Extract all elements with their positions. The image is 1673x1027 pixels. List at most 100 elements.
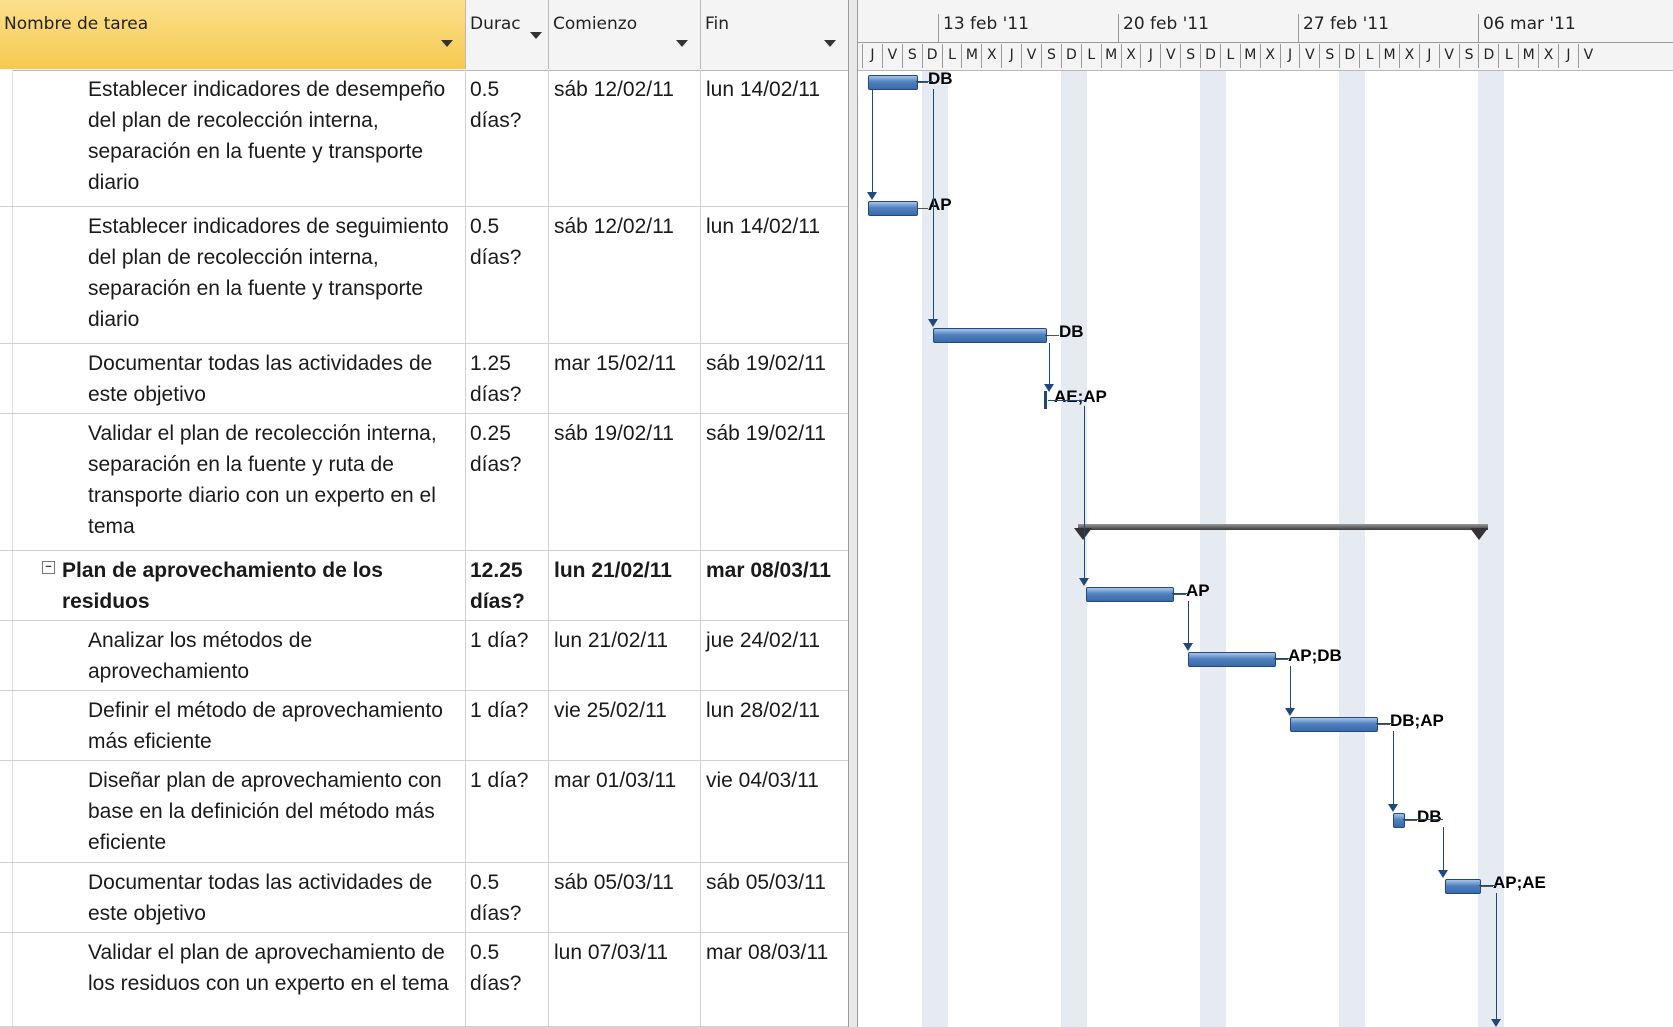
task-name: Analizar los métodos de aprovechamiento xyxy=(88,629,313,683)
filter-dropdown-icon[interactable] xyxy=(824,40,836,47)
column-header-duration[interactable]: Durac xyxy=(466,0,549,69)
end-cell[interactable]: sáb 19/02/11 xyxy=(701,414,848,550)
table-row[interactable]: Documentar todas las actividades de este… xyxy=(0,863,848,933)
start-cell[interactable]: sáb 19/02/11 xyxy=(549,414,701,550)
duration-cell[interactable]: 0.5 días? xyxy=(466,70,549,206)
end-cell[interactable]: lun 14/02/11 xyxy=(701,70,848,206)
duration-cell[interactable]: 0.5 días? xyxy=(466,207,549,343)
end-cell[interactable]: jue 24/02/11 xyxy=(701,621,848,690)
column-header-end[interactable]: Fin xyxy=(701,0,848,69)
dependency-line xyxy=(1274,658,1290,659)
column-header-start[interactable]: Comienzo xyxy=(549,0,701,69)
duration-value: 1.25 días? xyxy=(470,352,522,406)
timescale-day-label: D xyxy=(1339,44,1359,68)
timescale-day-label: V xyxy=(1021,44,1041,68)
duration-value: 0.5 días? xyxy=(470,215,522,269)
duration-cell[interactable]: 0.25 días? xyxy=(466,414,549,550)
duration-cell[interactable]: 12.25 días? xyxy=(466,551,549,620)
end-value: jue 24/02/11 xyxy=(706,629,821,652)
start-cell[interactable]: lun 07/03/11 xyxy=(549,933,701,1026)
start-cell[interactable]: lun 21/02/11 xyxy=(549,551,701,620)
task-name-cell[interactable]: Establecer indicadores de desempeño del … xyxy=(12,70,466,206)
filter-dropdown-icon[interactable] xyxy=(530,32,542,39)
task-name: Documentar todas las actividades de este… xyxy=(88,352,433,406)
start-cell[interactable]: mar 15/02/11 xyxy=(549,344,701,413)
duration-value: 1 día? xyxy=(470,629,529,652)
table-row[interactable]: Documentar todas las actividades de este… xyxy=(0,344,848,414)
start-value: mar 15/02/11 xyxy=(554,352,677,375)
column-header-task-name[interactable]: Nombre de tarea xyxy=(0,0,466,69)
start-value: vie 25/02/11 xyxy=(554,699,667,722)
end-value: sáb 19/02/11 xyxy=(706,352,826,375)
end-cell[interactable]: lun 14/02/11 xyxy=(701,207,848,343)
end-cell[interactable]: sáb 05/03/11 xyxy=(701,863,848,932)
timescale-day-label: X xyxy=(1398,44,1419,68)
duration-cell[interactable]: 0.5 días? xyxy=(466,863,549,932)
task-name-cell[interactable]: Diseñar plan de aprovechamiento con base… xyxy=(12,761,466,862)
weekend-band xyxy=(1060,70,1087,1027)
task-bar[interactable] xyxy=(933,328,1047,343)
duration-cell[interactable]: 1 día? xyxy=(466,621,549,690)
filter-dropdown-icon[interactable] xyxy=(676,40,688,47)
task-bar[interactable] xyxy=(868,75,918,90)
task-name-cell[interactable]: Establecer indicadores de seguimiento de… xyxy=(12,207,466,343)
task-name-cell[interactable]: Definir el método de aprovechamiento más… xyxy=(12,691,466,760)
start-cell[interactable]: sáb 05/03/11 xyxy=(549,863,701,932)
task-name-cell[interactable]: − Plan de aprovechamiento de los residuos xyxy=(12,551,466,620)
end-value: sáb 05/03/11 xyxy=(706,871,826,894)
start-cell[interactable]: sáb 12/02/11 xyxy=(549,70,701,206)
table-row[interactable]: Validar el plan de recolección interna, … xyxy=(0,414,848,551)
collapse-icon[interactable]: − xyxy=(42,561,55,574)
resource-label: DB;AP xyxy=(1390,711,1444,730)
start-cell[interactable]: vie 25/02/11 xyxy=(549,691,701,760)
task-name-cell[interactable]: Documentar todas las actividades de este… xyxy=(12,344,466,413)
dependency-arrow-icon xyxy=(1044,384,1054,392)
end-cell[interactable]: sáb 19/02/11 xyxy=(701,344,848,413)
duration-cell[interactable]: 1 día? xyxy=(466,761,549,862)
dependency-arrow-icon xyxy=(867,192,877,200)
end-cell[interactable]: lun 28/02/11 xyxy=(701,691,848,760)
duration-cell[interactable]: 1 día? xyxy=(466,691,549,760)
table-row[interactable]: Definir el método de aprovechamiento más… xyxy=(0,691,848,761)
task-bar[interactable] xyxy=(1188,652,1276,667)
duration-cell[interactable]: 1.25 días? xyxy=(466,344,549,413)
end-cell[interactable]: vie 04/03/11 xyxy=(701,761,848,862)
start-value: sáb 12/02/11 xyxy=(554,215,674,238)
resource-label: AP;AE xyxy=(1493,873,1546,892)
task-bar[interactable] xyxy=(868,201,918,216)
dependency-arrow-icon xyxy=(1491,1019,1501,1027)
summary-task-row[interactable]: − Plan de aprovechamiento de los residuos… xyxy=(0,551,848,621)
timescale-day-label: S xyxy=(1180,44,1200,68)
duration-value: 0.25 días? xyxy=(470,422,522,476)
table-row[interactable]: Validar el plan de aprovechamiento de lo… xyxy=(0,933,848,1027)
end-cell[interactable]: mar 08/03/11 xyxy=(701,933,848,1026)
table-row[interactable]: Analizar los métodos de aprovechamiento 1… xyxy=(0,621,848,691)
table-row[interactable]: Diseñar plan de aprovechamiento con base… xyxy=(0,761,848,863)
task-name: Diseñar plan de aprovechamiento con base… xyxy=(88,769,442,854)
task-bar[interactable] xyxy=(1445,879,1481,894)
task-name: Validar el plan de aprovechamiento de lo… xyxy=(88,941,449,995)
timescale-header: 13 feb '11 20 feb '11 27 feb '11 06 mar '11… xyxy=(858,0,1673,71)
task-name-cell[interactable]: Validar el plan de aprovechamiento de lo… xyxy=(12,933,466,1026)
table-row[interactable]: Establecer indicadores de seguimiento de… xyxy=(0,207,848,344)
task-bar[interactable] xyxy=(1086,587,1174,602)
summary-start-cap xyxy=(1074,528,1092,540)
filter-dropdown-icon[interactable] xyxy=(441,40,453,47)
start-value: lun 21/02/11 xyxy=(554,559,672,582)
task-name-cell[interactable]: Analizar los métodos de aprovechamiento xyxy=(12,621,466,690)
task-name-cell[interactable]: Validar el plan de recolección interna, … xyxy=(12,414,466,550)
task-bar[interactable] xyxy=(1393,813,1405,828)
duration-cell[interactable]: 0.5 días? xyxy=(466,933,549,1026)
resource-label: DB xyxy=(1417,807,1442,826)
start-cell[interactable]: mar 01/03/11 xyxy=(549,761,701,862)
task-bar[interactable] xyxy=(1290,717,1378,732)
timescale-day-label: S xyxy=(1319,44,1339,68)
start-cell[interactable]: lun 21/02/11 xyxy=(549,621,701,690)
summary-task-bar[interactable] xyxy=(1078,524,1488,530)
table-row[interactable]: Establecer indicadores de desempeño del … xyxy=(0,70,848,207)
task-name-cell[interactable]: Documentar todas las actividades de este… xyxy=(12,863,466,932)
timescale-day-label: X xyxy=(1120,44,1141,68)
pane-splitter[interactable] xyxy=(848,0,858,1027)
start-cell[interactable]: sáb 12/02/11 xyxy=(549,207,701,343)
end-cell[interactable]: mar 08/03/11 xyxy=(701,551,848,620)
